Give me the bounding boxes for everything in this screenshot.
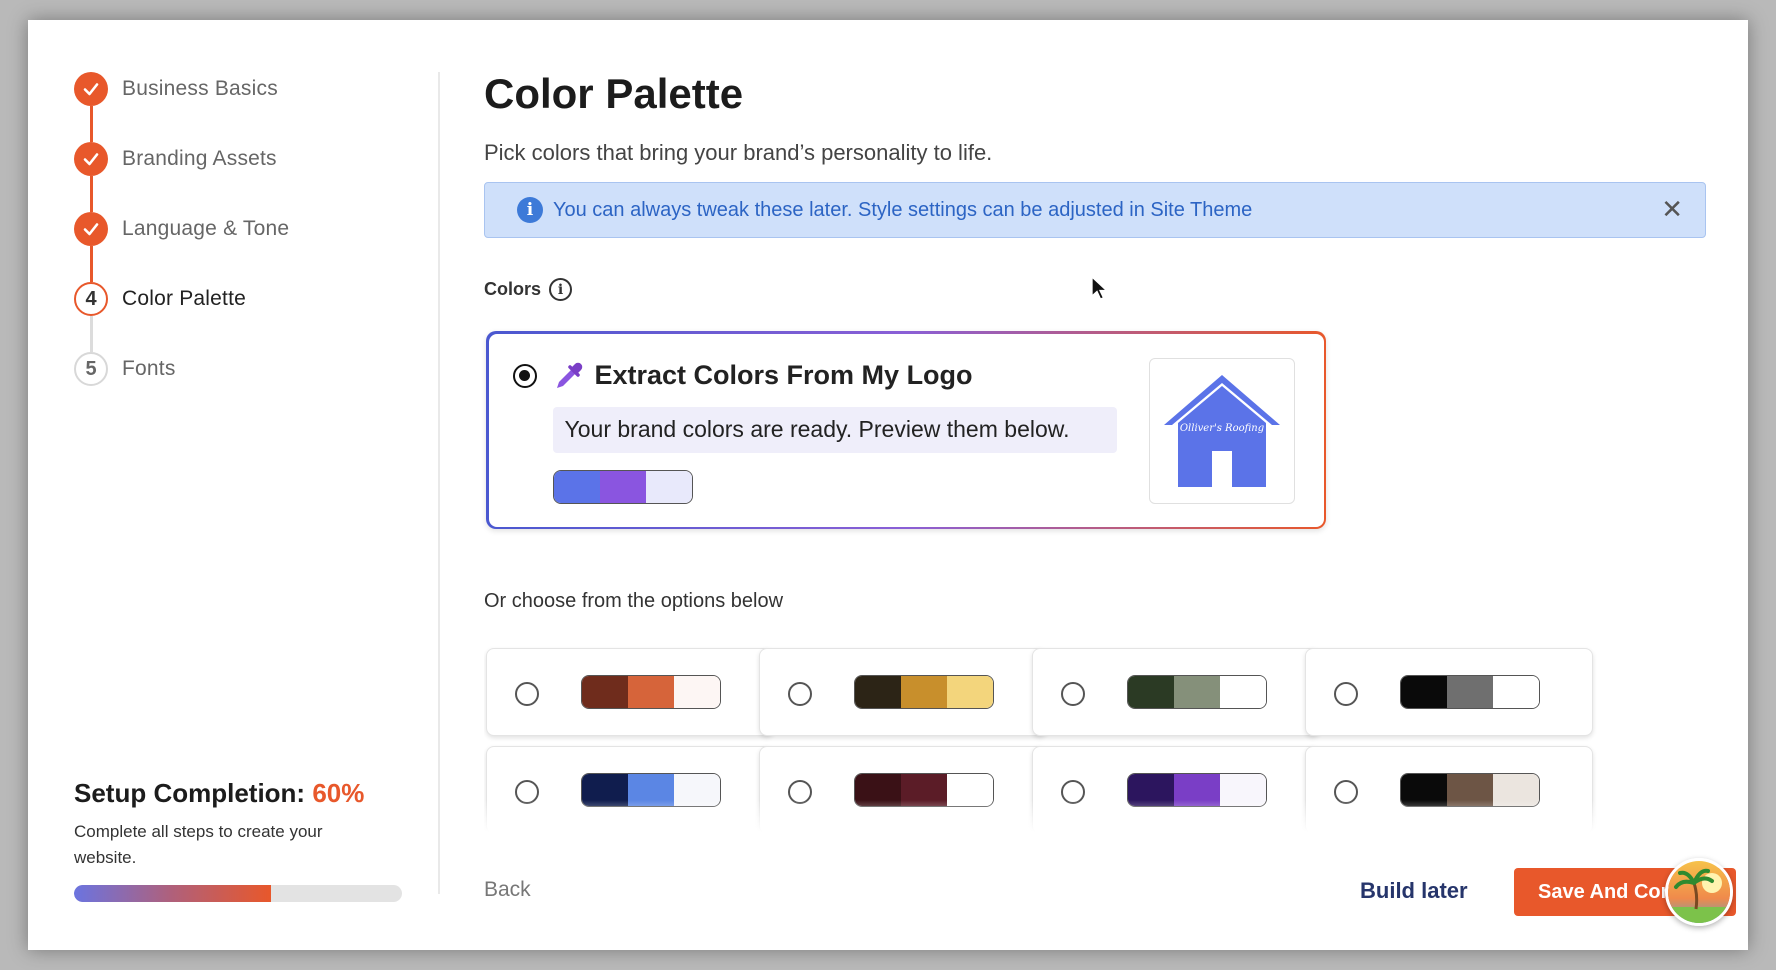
- step-connector: [90, 316, 93, 352]
- swatch-color: [1493, 676, 1539, 708]
- uploaded-logo: Olliver's Roofing: [1148, 357, 1295, 504]
- palette-radio[interactable]: [515, 682, 539, 706]
- step-color-palette[interactable]: 4 Color Palette: [74, 282, 289, 352]
- swatch-color: [1447, 676, 1493, 708]
- eyedropper-icon: [556, 362, 582, 388]
- stepper: Business Basics Branding Assets Language…: [74, 72, 289, 422]
- step-connector: [90, 246, 93, 282]
- swatch-color: [1220, 676, 1266, 708]
- colors-label: Colors i: [484, 278, 573, 301]
- swatch-color: [553, 470, 600, 503]
- completion-description: Complete all steps to create your websit…: [74, 822, 323, 867]
- swatch-color: [947, 676, 993, 708]
- mouse-cursor-icon: [1091, 276, 1109, 300]
- colors-label-text: Colors: [484, 279, 542, 299]
- step-language-tone[interactable]: Language & Tone: [74, 212, 289, 282]
- back-button[interactable]: Back: [484, 878, 531, 902]
- app-window: Business Basics Branding Assets Language…: [28, 20, 1748, 950]
- swatch-color: [582, 676, 628, 708]
- step-label: Business Basics: [122, 77, 278, 100]
- palette-radio[interactable]: [1061, 682, 1085, 706]
- main-content: Color Palette Pick colors that bring you…: [484, 20, 1736, 950]
- info-banner: i You can always tweak these later. Styl…: [484, 182, 1706, 238]
- palette-option-3[interactable]: [1032, 648, 1320, 736]
- extract-logo-colors-option[interactable]: Extract Colors From My Logo Your brand c…: [486, 331, 1326, 529]
- page-subtitle: Pick colors that bring your brand’s pers…: [484, 140, 993, 165]
- logo-color-swatch: [552, 469, 693, 504]
- or-choose-label: Or choose from the options below: [484, 590, 784, 612]
- completion-title: Setup Completion: 60%: [74, 778, 414, 809]
- palette-option-4[interactable]: [1305, 648, 1593, 736]
- swatch-color: [1128, 676, 1174, 708]
- palette-radio[interactable]: [1334, 682, 1358, 706]
- info-circle-icon[interactable]: i: [549, 278, 573, 301]
- setup-completion: Setup Completion: 60% Complete all steps…: [74, 778, 414, 902]
- step-business-basics[interactable]: Business Basics: [74, 72, 289, 142]
- swatch-color: [645, 470, 692, 503]
- swatch-color: [628, 676, 674, 708]
- build-later-button[interactable]: Build later: [1360, 878, 1468, 904]
- step-number: 4: [74, 282, 108, 316]
- step-number: 5: [74, 352, 108, 386]
- logo-option-heading: Extract Colors From My Logo: [594, 359, 973, 390]
- sidebar-divider: [438, 72, 440, 894]
- banner-text: You can always tweak these later. Style …: [553, 198, 1253, 221]
- logo-text: Olliver's Roofing: [1179, 423, 1263, 434]
- palette-swatch: [1127, 675, 1267, 709]
- progress-fill: [74, 885, 271, 902]
- check-icon: [74, 72, 108, 106]
- swatch-color: [1401, 676, 1447, 708]
- step-fonts[interactable]: 5 Fonts: [74, 352, 289, 422]
- swatch-color: [674, 676, 720, 708]
- swatch-color: [1174, 676, 1220, 708]
- palette-option-1[interactable]: [486, 648, 774, 736]
- close-icon[interactable]: ✕: [1661, 194, 1683, 225]
- swatch-color: [599, 470, 646, 503]
- brand-colors-ready-text: Your brand colors are ready. Preview the…: [552, 406, 1117, 453]
- completion-title-text: Setup Completion:: [74, 778, 306, 808]
- palette-radio[interactable]: [788, 682, 812, 706]
- logo-option-body: Extract Colors From My Logo Your brand c…: [488, 333, 1324, 527]
- house-logo-icon: Olliver's Roofing: [1163, 374, 1280, 487]
- step-label: Fonts: [122, 357, 176, 380]
- scroll-fade: [484, 800, 1706, 832]
- step-label: Language & Tone: [122, 217, 290, 240]
- step-connector: [90, 176, 93, 212]
- step-label: Branding Assets: [122, 147, 277, 170]
- palette-swatch: [1400, 675, 1540, 709]
- swatch-color: [901, 676, 947, 708]
- avatar[interactable]: [1665, 858, 1733, 926]
- step-branding-assets[interactable]: Branding Assets: [74, 142, 289, 212]
- palette-option-2[interactable]: [759, 648, 1047, 736]
- completion-progress-bar: [74, 885, 402, 902]
- check-icon: [74, 142, 108, 176]
- swatch-color: [855, 676, 901, 708]
- info-icon: i: [517, 197, 543, 223]
- palette-swatch: [854, 675, 994, 709]
- step-label: Color Palette: [122, 287, 246, 310]
- palette-swatch: [581, 675, 721, 709]
- logo-option-radio[interactable]: [512, 363, 537, 388]
- sidebar: Business Basics Branding Assets Language…: [28, 20, 438, 950]
- completion-percent: 60%: [312, 778, 365, 808]
- step-connector: [90, 106, 93, 142]
- check-icon: [74, 212, 108, 246]
- page-title: Color Palette: [484, 70, 744, 117]
